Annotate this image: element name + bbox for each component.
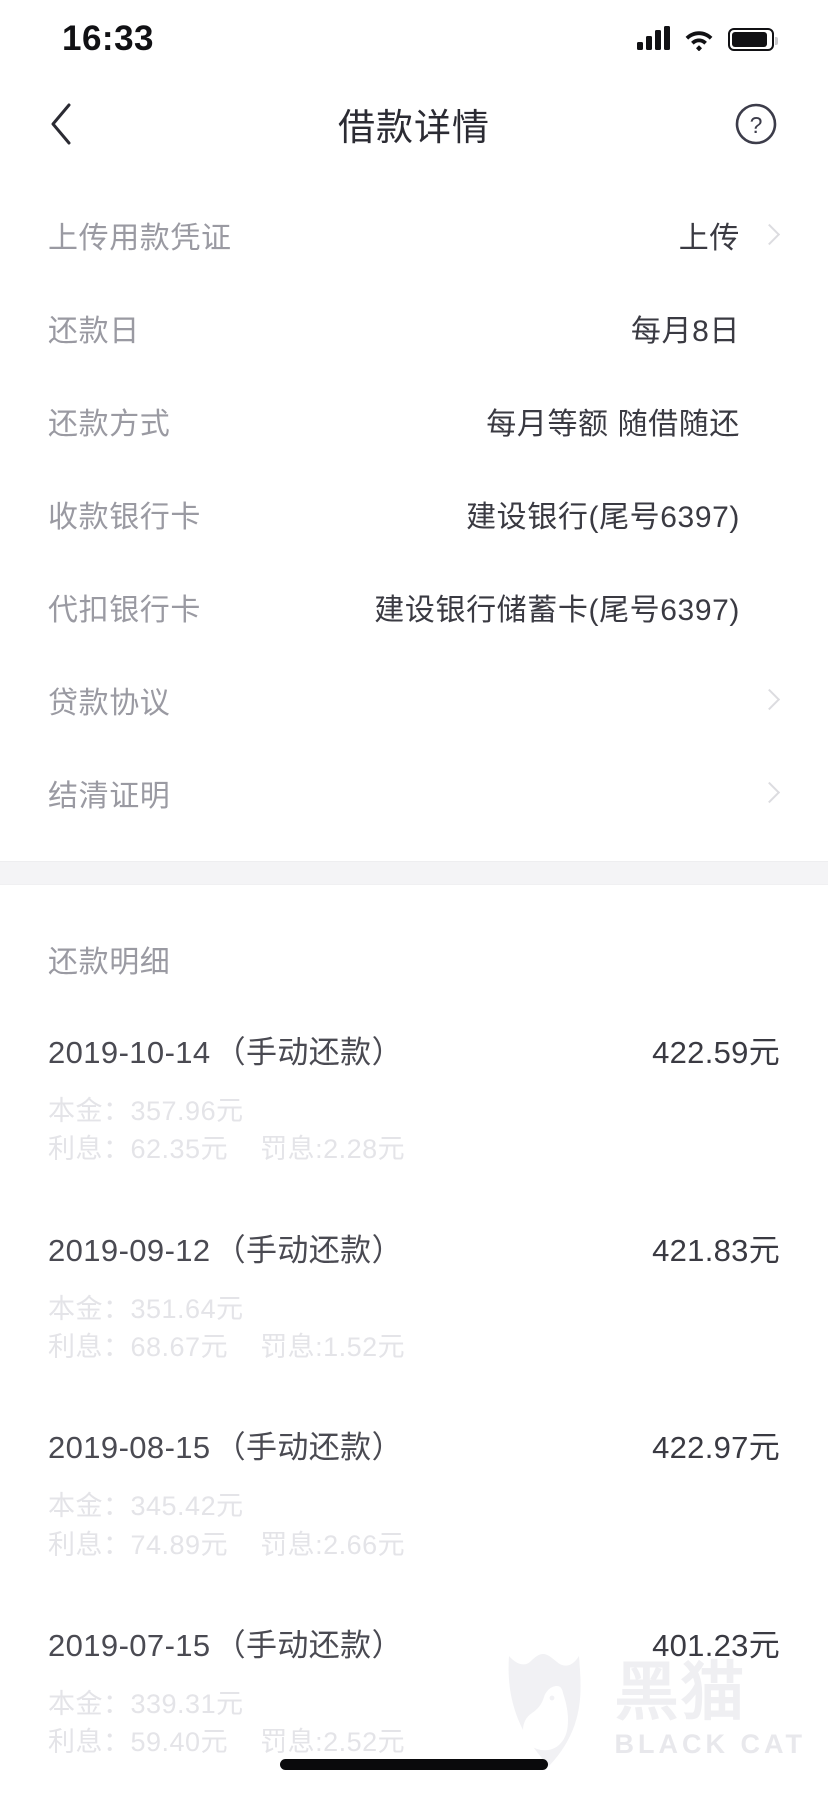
repayment-principal: 本金：345.42元 (48, 1491, 244, 1522)
detail-value: 上传 (678, 221, 740, 255)
repayment-date: 2019-07-15 (48, 1627, 211, 1663)
repayment-breakdown: 本金：345.42元 利息：74.89元 罚息:2.66元 (48, 1487, 780, 1564)
detail-row-upload-voucher[interactable]: 上传用款凭证 上传 (0, 188, 828, 281)
repayment-date: 2019-08-15 (48, 1430, 211, 1466)
loan-detail-list: 上传用款凭证 上传 还款日 每月8日 还款方式 每月等额 随借随还 收款银行卡 … (0, 170, 828, 861)
repayment-type: （手动还款） (214, 1035, 403, 1070)
repayment-list-item[interactable]: 2019-07-15 （手动还款） 401.23元 本金：339.31元 利息：… (48, 1620, 780, 1818)
repayment-amount: 422.59元 (652, 1035, 780, 1070)
repayment-amount: 401.23元 (652, 1627, 780, 1663)
home-indicator[interactable] (280, 1759, 548, 1770)
detail-value: 建设银行储蓄卡(尾号6397) (374, 593, 740, 627)
detail-value: 每月8日 (630, 314, 740, 348)
detail-value: 建设银行(尾号6397) (466, 500, 740, 534)
wifi-icon (685, 31, 713, 51)
repayment-item-header: 2019-07-15 （手动还款） 401.23元 (48, 1620, 780, 1665)
detail-label: 收款银行卡 (48, 500, 201, 534)
signal-icon (637, 26, 670, 50)
status-icons (637, 26, 778, 51)
repayment-interest: 利息：68.67元 (48, 1331, 229, 1362)
repayment-item-header: 2019-10-14 （手动还款） 422.59元 (48, 1027, 780, 1072)
repayment-type: （手动还款） (214, 1627, 403, 1663)
detail-label: 贷款协议 (48, 686, 171, 720)
detail-row-loan-agreement[interactable]: 贷款协议 (0, 653, 828, 746)
repayment-date: 2019-09-12 (48, 1232, 211, 1268)
repayment-item-header: 2019-09-12 （手动还款） 421.83元 (48, 1225, 780, 1270)
repayment-detail-section: 还款明细 2019-10-14 （手动还款） 422.59元 本金：357.96… (0, 885, 828, 1818)
repayment-date: 2019-10-14 (48, 1035, 211, 1070)
repayment-breakdown: 本金：351.64元 利息：68.67元 罚息:1.52元 (48, 1290, 780, 1367)
chevron-right-icon (758, 223, 780, 246)
detail-row-settlement-certificate[interactable]: 结清证明 (0, 746, 828, 839)
repayment-breakdown: 本金：357.96元 利息：62.35元 罚息:2.28元 (48, 1092, 780, 1169)
repayment-type: （手动还款） (214, 1232, 403, 1268)
battery-icon (728, 27, 778, 51)
chevron-right-icon (758, 781, 780, 804)
detail-row-deduction-bank-card: 代扣银行卡 建设银行储蓄卡(尾号6397) (0, 560, 828, 653)
repayment-penalty: 罚息:1.52元 (260, 1331, 406, 1362)
repayment-principal: 本金：351.64元 (48, 1293, 244, 1324)
repayment-principal: 本金：357.96元 (48, 1096, 244, 1126)
repayment-penalty: 罚息:2.52元 (260, 1727, 406, 1758)
repayment-type: （手动还款） (214, 1430, 403, 1466)
section-divider (0, 861, 828, 885)
detail-label: 代扣银行卡 (48, 593, 201, 627)
repayment-list-item[interactable]: 2019-10-14 （手动还款） 422.59元 本金：357.96元 利息：… (48, 1027, 780, 1225)
repayment-penalty: 罚息:2.66元 (260, 1529, 406, 1560)
repayment-list-item[interactable]: 2019-08-15 （手动还款） 422.97元 本金：345.42元 利息：… (48, 1422, 780, 1620)
status-time: 16:33 (62, 19, 155, 58)
detail-value: 每月等额 随借随还 (486, 407, 740, 441)
repayment-amount: 421.83元 (652, 1232, 780, 1268)
repayment-interest: 利息：62.35元 (48, 1134, 229, 1165)
repayment-item-header: 2019-08-15 （手动还款） 422.97元 (48, 1422, 780, 1467)
repayment-amount: 422.97元 (652, 1430, 780, 1466)
repayment-section-heading: 还款明细 (48, 946, 171, 979)
page-title: 借款详情 (338, 107, 490, 148)
status-bar: 16:33 (0, 0, 828, 78)
nav-bar: 借款详情 ? (0, 78, 828, 170)
detail-label: 还款方式 (48, 407, 171, 441)
chevron-right-icon (758, 688, 780, 711)
detail-label: 结清证明 (48, 779, 171, 813)
detail-row-repayment-method: 还款方式 每月等额 随借随还 (0, 374, 828, 467)
repayment-breakdown: 本金：339.31元 利息：59.40元 罚息:2.52元 (48, 1685, 780, 1762)
repayment-penalty: 罚息:2.28元 (260, 1134, 406, 1165)
detail-row-repayment-date: 还款日 每月8日 (0, 281, 828, 374)
detail-row-receiving-bank-card: 收款银行卡 建设银行(尾号6397) (0, 467, 828, 560)
repayment-interest: 利息：59.40元 (48, 1727, 229, 1758)
repayment-interest: 利息：74.89元 (48, 1529, 229, 1560)
detail-label: 还款日 (48, 314, 140, 348)
repayment-list-item[interactable]: 2019-09-12 （手动还款） 421.83元 本金：351.64元 利息：… (48, 1225, 780, 1423)
repayment-principal: 本金：339.31元 (48, 1688, 244, 1719)
detail-label: 上传用款凭证 (48, 221, 232, 255)
